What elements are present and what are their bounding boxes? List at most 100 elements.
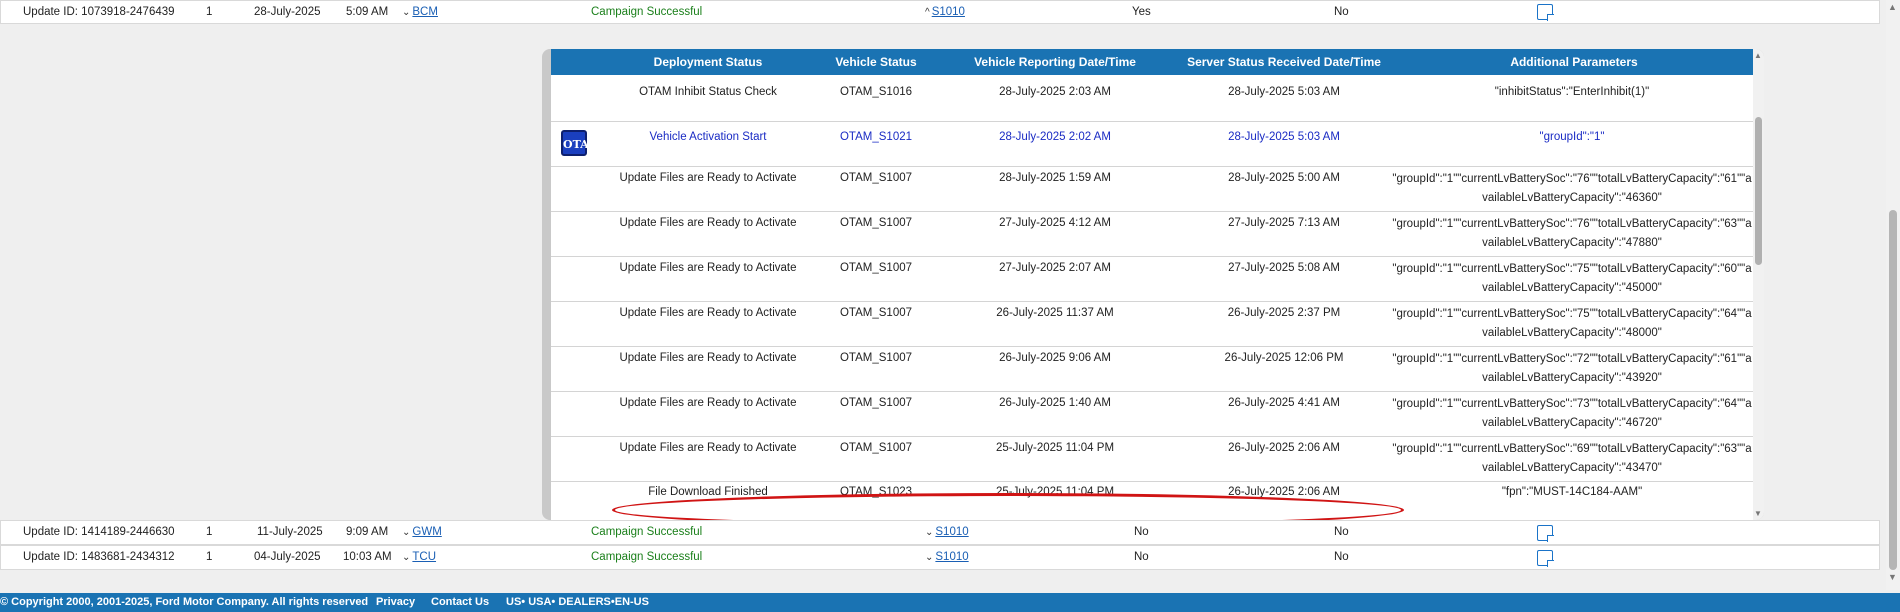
panel-scroll-thumb[interactable] [1755, 117, 1762, 265]
row-received: 28-July-2025 5:03 AM [1228, 131, 1340, 143]
flag-1: No [1134, 551, 1149, 563]
row-vehicle-status: OTAM_S1007 [839, 352, 913, 364]
update-date: 28-July-2025 [254, 6, 321, 18]
row-received: 28-July-2025 5:00 AM [1228, 172, 1340, 184]
update-id: Update ID: 1483681-2434312 [23, 551, 175, 563]
page-scrollbar[interactable]: ▲ ▼ [1886, 0, 1900, 590]
row-vehicle-status: OTAM_S1007 [839, 262, 913, 274]
flag-1: Yes [1132, 6, 1151, 18]
row-params: "groupId":"1""currentLvBatterySoc":"73""… [1392, 398, 1752, 429]
chevron-down-icon: ⌄ [925, 527, 934, 538]
header-server-received: Server Status Received Date/Time [1187, 55, 1381, 69]
deployment-table: Deployment Status Vehicle Status Vehicle… [551, 49, 1753, 520]
row-vehicle-status: OTAM_S1007 [839, 307, 913, 319]
table-row: Update Files are Ready to Activate OTAM_… [551, 212, 1753, 257]
chevron-down-icon: ⌄ [402, 552, 411, 563]
row-params: "groupId":"1""currentLvBatterySoc":"75""… [1392, 308, 1752, 339]
page-scroll-up-icon[interactable]: ▲ [1888, 2, 1897, 12]
update-time: 10:03 AM [343, 551, 392, 563]
page-scroll-down-icon[interactable]: ▼ [1888, 572, 1897, 582]
footer-copyright: © Copyright 2000, 2001-2025, Ford Motor … [0, 596, 369, 608]
table-row: Update Files are Ready to Activate OTAM_… [551, 302, 1753, 347]
row-deployment-status: Update Files are Ready to Activate [619, 307, 797, 319]
flag-2: No [1334, 526, 1349, 538]
note-icon[interactable] [1537, 4, 1554, 21]
module-link[interactable]: ⌄ BCM [402, 6, 438, 18]
update-count: 1 [206, 526, 213, 538]
row-reported: 26-July-2025 1:40 AM [999, 397, 1111, 409]
update-count: 1 [206, 551, 213, 563]
header-vehicle-reporting: Vehicle Reporting Date/Time [974, 55, 1136, 69]
table-header: Deployment Status Vehicle Status Vehicle… [551, 49, 1753, 75]
row-reported: 27-July-2025 2:07 AM [999, 262, 1111, 274]
table-row: Update Files are Ready to Activate OTAM_… [551, 437, 1753, 482]
row-reported: 28-July-2025 2:02 AM [999, 131, 1111, 143]
row-deployment-status: Update Files are Ready to Activate [619, 217, 797, 229]
row-params: "fpn":"MUST-14C184-AAM" [1501, 486, 1643, 498]
row-vehicle-status: OTAM_S1007 [839, 442, 913, 454]
row-params: "groupId":"1""currentLvBatterySoc":"75""… [1392, 263, 1752, 294]
update-row: Update ID: 1483681-2434312 1 04-July-202… [0, 545, 1880, 570]
flag-1: No [1134, 526, 1149, 538]
row-received: 26-July-2025 2:37 PM [1227, 307, 1341, 319]
update-id: Update ID: 1414189-2446630 [23, 526, 175, 538]
table-row: Update Files are Ready to Activate OTAM_… [551, 347, 1753, 392]
campaign-status: Campaign Successful [591, 6, 703, 18]
ota-icon: OTA [561, 130, 589, 156]
table-row: Update Files are Ready to Activate OTAM_… [551, 392, 1753, 437]
module-link[interactable]: ⌄ TCU [402, 551, 436, 563]
status-code-link[interactable]: ^ S1010 [925, 6, 965, 18]
chevron-down-icon: ⌄ [402, 527, 411, 538]
table-row: Update Files are Ready to Activate OTAM_… [551, 257, 1753, 302]
row-params: "groupId":"1""currentLvBatterySoc":"76""… [1392, 218, 1752, 249]
row-params: "groupId":"1" [1539, 131, 1605, 143]
footer-privacy-link[interactable]: Privacy [376, 596, 415, 608]
row-deployment-status: Update Files are Ready to Activate [619, 262, 797, 274]
header-vehicle-status: Vehicle Status [835, 55, 917, 69]
scroll-down-arrow-icon[interactable]: ▼ [1754, 509, 1762, 518]
row-deployment-status: Update Files are Ready to Activate [619, 442, 797, 454]
table-row: OTAM Inhibit Status Check OTAM_S1016 28-… [551, 77, 1753, 122]
update-id: Update ID: 1073918-2476439 [23, 6, 175, 18]
row-reported: 25-July-2025 11:04 PM [995, 442, 1115, 454]
footer-contact-link[interactable]: Contact Us [431, 596, 489, 608]
update-date: 04-July-2025 [254, 551, 321, 563]
scroll-up-arrow-icon[interactable]: ▲ [1754, 51, 1762, 60]
table-row-active: OTA Vehicle Activation Start OTAM_S1021 … [551, 122, 1753, 167]
update-time: 9:09 AM [346, 526, 389, 538]
row-vehicle-status: OTAM_S1021 [839, 131, 913, 143]
flag-2: No [1334, 6, 1349, 18]
panel-scrollbar[interactable]: ▲ ▼ [1753, 49, 1764, 520]
page-scroll-thumb[interactable] [1889, 210, 1897, 570]
chevron-up-icon: ^ [925, 7, 930, 18]
update-time: 5:09 AM [346, 6, 389, 18]
row-reported: 28-July-2025 1:59 AM [999, 172, 1111, 184]
campaign-status: Campaign Successful [591, 526, 703, 538]
chevron-down-icon: ⌄ [402, 7, 411, 18]
row-params: "inhibitStatus":"EnterInhibit(1)" [1494, 86, 1650, 98]
row-received: 26-July-2025 12:06 PM [1224, 352, 1344, 364]
status-code-link[interactable]: ⌄ S1010 [925, 551, 969, 563]
note-icon[interactable] [1537, 550, 1554, 567]
status-code-link[interactable]: ⌄ S1010 [925, 526, 969, 538]
note-icon[interactable] [1537, 525, 1554, 542]
row-reported: 26-July-2025 9:06 AM [999, 352, 1111, 364]
footer: © Copyright 2000, 2001-2025, Ford Motor … [0, 593, 1900, 612]
row-deployment-status: Update Files are Ready to Activate [619, 352, 797, 364]
row-params: "groupId":"1""currentLvBatterySoc":"72""… [1392, 353, 1752, 384]
footer-locale: US• USA• DEALERS•EN-US [506, 596, 649, 608]
row-received: 27-July-2025 5:08 AM [1228, 262, 1340, 274]
row-deployment-status: Update Files are Ready to Activate [619, 172, 797, 184]
row-reported: 27-July-2025 4:12 AM [999, 217, 1111, 229]
row-vehicle-status: OTAM_S1007 [839, 397, 913, 409]
update-count: 1 [206, 6, 213, 18]
update-row: Update ID: 1414189-2446630 1 11-July-202… [0, 520, 1880, 545]
module-link[interactable]: ⌄ GWM [402, 526, 442, 538]
row-reported: 26-July-2025 11:37 AM [996, 307, 1114, 319]
update-row: Update ID: 1073918-2476439 1 28-July-202… [0, 0, 1880, 24]
row-vehicle-status: OTAM_S1007 [839, 172, 913, 184]
row-reported: 28-July-2025 2:03 AM [999, 86, 1111, 98]
table-row: Update Files are Ready to Activate OTAM_… [551, 167, 1753, 212]
row-received: 26-July-2025 2:06 AM [1228, 442, 1340, 454]
campaign-status: Campaign Successful [591, 551, 703, 563]
